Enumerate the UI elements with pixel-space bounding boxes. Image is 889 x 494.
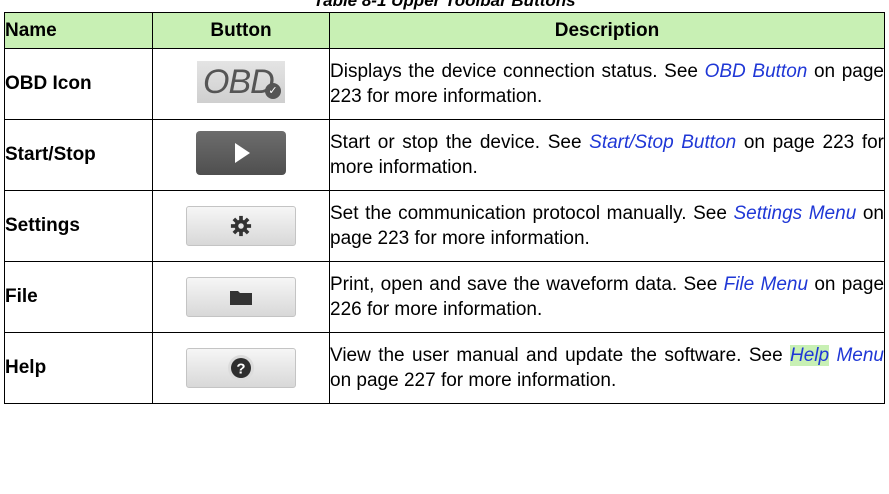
obd-status-icon: OBD ✓ <box>197 60 285 103</box>
row-name: File <box>4 261 153 333</box>
row-description: Print, open and save the waveform data. … <box>329 261 885 333</box>
row-button-cell <box>152 190 330 262</box>
header-name: Name <box>4 12 153 49</box>
help-button-image: ? <box>186 348 296 388</box>
header-description: Description <box>329 12 885 49</box>
settings-menu-link[interactable]: Settings Menu <box>734 203 857 224</box>
row-button-cell: ? <box>152 332 330 404</box>
file-button-image <box>186 277 296 317</box>
obd-button-link[interactable]: OBD Button <box>705 61 808 82</box>
help-link-highlighted[interactable]: Help <box>790 345 830 366</box>
start-stop-button-link[interactable]: Start/Stop Button <box>589 132 736 153</box>
start-stop-button-image <box>196 130 286 175</box>
row-button-cell <box>152 119 330 191</box>
play-icon <box>235 142 250 163</box>
help-icon: ? <box>228 355 254 381</box>
row-button-cell: OBD ✓ <box>152 48 330 120</box>
row-description: View the user manual and update the soft… <box>329 332 885 404</box>
desc-text: Start or stop the device. See <box>330 132 590 153</box>
svg-text:?: ? <box>236 361 245 378</box>
header-button: Button <box>152 12 330 49</box>
row-name: OBD Icon <box>4 48 153 120</box>
row-button-cell <box>152 261 330 333</box>
table-row: OBD Icon OBD ✓ Displays the device conne… <box>4 48 885 120</box>
desc-text: Displays the device connection status. S… <box>330 61 705 82</box>
row-name: Help <box>4 332 153 404</box>
table-row: Help ? View the user manual and update t… <box>4 332 885 404</box>
folder-icon <box>230 291 252 305</box>
row-description: Displays the device connection status. S… <box>329 48 885 120</box>
row-description: Start or stop the device. See Start/Stop… <box>329 119 885 191</box>
desc-text: Set the communication protocol manually.… <box>330 203 734 224</box>
help-menu-link[interactable]: Menu <box>836 345 884 366</box>
desc-text: on page 227 for more information. <box>330 370 617 391</box>
table-row: Start/Stop Start or stop the device. See… <box>4 119 885 191</box>
desc-text: Print, open and save the waveform data. … <box>330 274 724 295</box>
row-description: Set the communication protocol manually.… <box>329 190 885 262</box>
file-menu-link[interactable]: File Menu <box>724 274 808 295</box>
obd-icon-text: OBD <box>203 62 275 101</box>
table-caption: Table 8-1 Upper Toolbar Buttons <box>313 0 576 10</box>
desc-text: View the user manual and update the soft… <box>330 345 791 366</box>
check-icon: ✓ <box>265 82 281 99</box>
gear-icon <box>230 215 252 237</box>
table-row: Settings Set the communication protocol … <box>4 190 885 262</box>
settings-button-image <box>186 206 296 246</box>
upper-toolbar-buttons-table: Name Button Description OBD Icon OBD ✓ D… <box>4 12 885 404</box>
row-name: Start/Stop <box>4 119 153 191</box>
row-name: Settings <box>4 190 153 262</box>
table-header-row: Name Button Description <box>4 12 885 49</box>
table-row: File Print, open and save the waveform d… <box>4 261 885 333</box>
